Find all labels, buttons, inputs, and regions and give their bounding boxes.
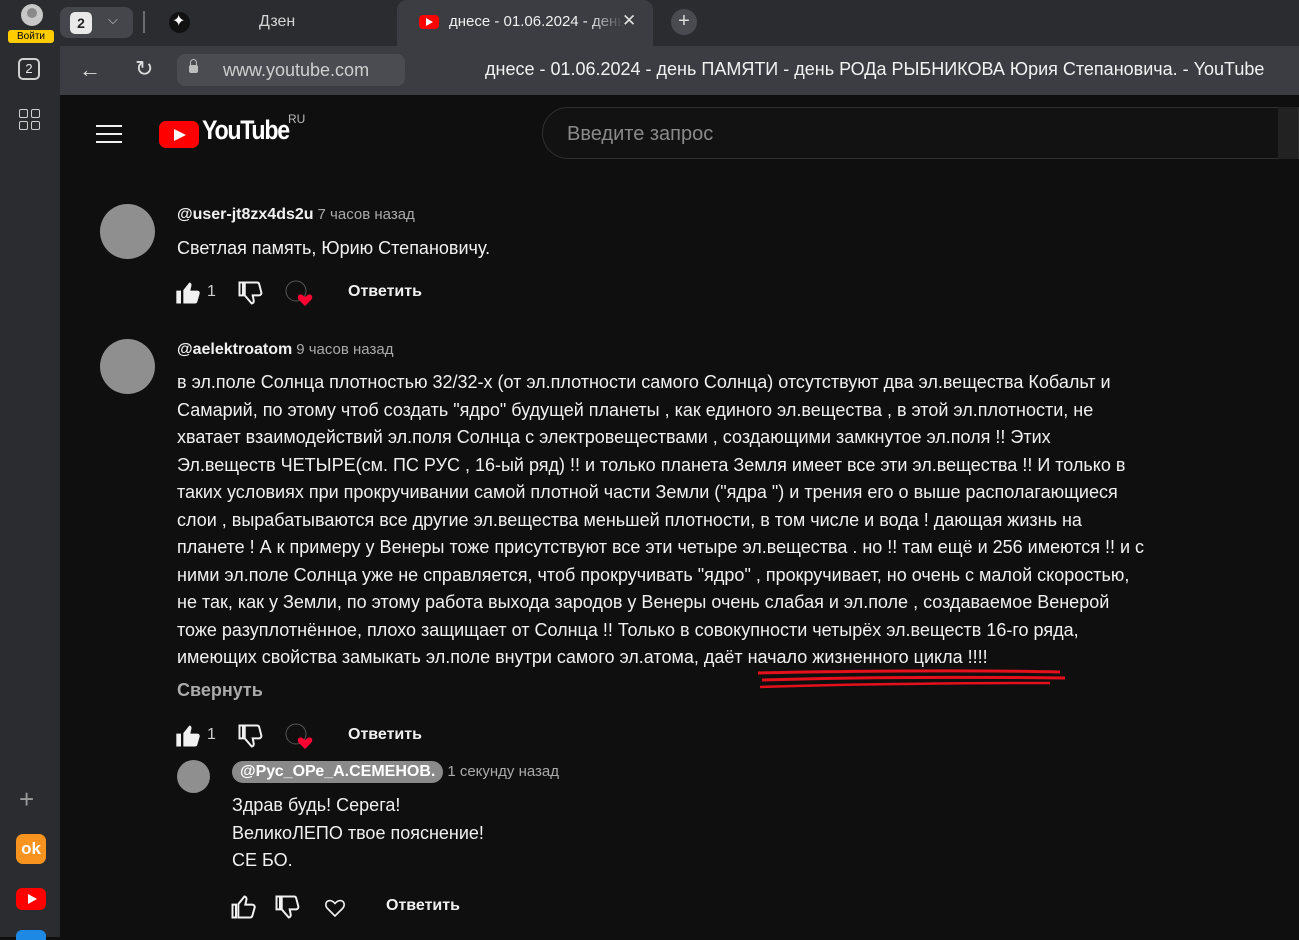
search-button[interactable] xyxy=(1278,107,1298,159)
thumbs-up-filled-icon[interactable] xyxy=(174,279,202,307)
comment-line: ВеликоЛЕПО твое пояснение! xyxy=(232,822,484,843)
thumbs-down-icon[interactable] xyxy=(236,722,264,750)
avatar[interactable] xyxy=(177,760,210,793)
comment-header: @aelektroatom 9 часов назад xyxy=(177,341,393,359)
avatar[interactable] xyxy=(100,204,155,259)
login-label: Войти xyxy=(8,30,54,43)
close-icon[interactable]: ✕ xyxy=(622,11,636,31)
like-count: 1 xyxy=(207,283,216,300)
comment-line: тоже разуплотнённое, плохо защищает от С… xyxy=(177,619,1079,640)
tab-group-count: 2 xyxy=(70,12,92,34)
url-host: www.youtube.com xyxy=(223,60,370,80)
comment-line: ними эл.поле Солнца уже не справляется, … xyxy=(177,564,1130,585)
tab-title: днесе - 01.06.2024 - день ПАМЯТИ xyxy=(449,13,624,30)
apps-grid-icon[interactable] xyxy=(19,109,41,131)
collapse-button[interactable]: Свернуть xyxy=(177,680,263,701)
tab-separator xyxy=(143,11,145,33)
comment-line: имеющих свойства замыкать эл.поле внутри… xyxy=(177,647,988,667)
tabs-count-button[interactable]: 2 xyxy=(18,58,40,80)
address-bar: ← ↻ www.youtube.com днесе - 01.06.2024 -… xyxy=(60,46,1299,95)
comment-author[interactable]: @aelektroatom xyxy=(177,341,292,358)
comment-time[interactable]: 9 часов назад xyxy=(296,341,393,358)
hamburger-menu-icon[interactable] xyxy=(96,125,122,143)
comment-line: Здрав будь! Серега! xyxy=(232,795,401,815)
thumbs-up-icon[interactable] xyxy=(229,893,257,921)
thumbs-down-icon[interactable] xyxy=(236,279,264,307)
chevron-down-icon: ⌵ xyxy=(108,12,118,27)
comment-line: слои , вырабатываются все другие эл.веще… xyxy=(177,509,1082,530)
new-tab-button[interactable]: + xyxy=(671,9,697,35)
reload-icon[interactable]: ↻ xyxy=(135,56,153,82)
add-panel-icon[interactable]: + xyxy=(19,786,34,812)
youtube-logo-text[interactable]: YouTube xyxy=(202,115,290,146)
search-box[interactable] xyxy=(542,107,1299,159)
comment-header: @user-jt8zx4ds2u 7 часов назад xyxy=(177,206,415,224)
creator-heart-icon xyxy=(285,723,313,749)
reply-button[interactable]: Ответить xyxy=(386,897,460,915)
url-field[interactable]: www.youtube.com xyxy=(177,54,405,86)
youtube-favicon-icon xyxy=(419,15,439,29)
comment-text: Здрав будь! Серега! ВеликоЛЕПО твое пояс… xyxy=(232,792,484,875)
avatar[interactable] xyxy=(100,339,155,394)
youtube-header: YouTube RU xyxy=(60,95,1299,170)
heart-outline-icon[interactable] xyxy=(323,895,347,919)
back-arrow-icon[interactable]: ← xyxy=(79,57,101,83)
lock-icon[interactable] xyxy=(189,59,198,73)
comment-line: планете ! А к примеру у Венеры тоже прис… xyxy=(177,537,1145,557)
comment-line: Самарий, по этому чтоб создать "ядро" бу… xyxy=(177,399,1094,420)
thumbs-up-filled-icon[interactable] xyxy=(174,722,202,750)
like-count: 1 xyxy=(207,726,216,743)
region-label: RU xyxy=(288,112,306,126)
search-input[interactable] xyxy=(565,118,1269,150)
comment-header: @Рус_ОРе_А.СЕМЕНОВ. 1 секунду назад xyxy=(232,761,559,783)
comment-line: не так, как у Земли, по этому работа вых… xyxy=(177,592,1110,612)
comment-time[interactable]: 1 секунду назад xyxy=(447,763,559,780)
comment-author[interactable]: @user-jt8zx4ds2u xyxy=(177,206,314,223)
comment-line: в эл.поле Солнца плотностью 32/32-х (от … xyxy=(177,372,1111,392)
tab-youtube-active[interactable]: днесе - 01.06.2024 - день ПАМЯТИ ✕ xyxy=(397,0,653,46)
youtube-sidebar-icon[interactable] xyxy=(16,888,46,910)
comment-time[interactable]: 7 часов назад xyxy=(318,206,415,223)
comment-author[interactable]: @Рус_ОРе_А.СЕМЕНОВ. xyxy=(232,761,444,783)
comment-line: СЕ БО. xyxy=(232,850,293,870)
page-title: днесе - 01.06.2024 - день ПАМЯТИ - день … xyxy=(485,59,1265,79)
comment-text: Светлая память, Юрию Степановичу. xyxy=(177,238,491,258)
youtube-logo-icon[interactable] xyxy=(159,121,199,148)
reply-button[interactable]: Ответить xyxy=(348,283,422,301)
tab-strip: 2 ⌵ Дзен днесе - 01.06.2024 - день ПАМЯТ… xyxy=(60,0,1299,46)
messenger-sidebar-icon[interactable] xyxy=(16,930,46,940)
thumbs-down-icon[interactable] xyxy=(273,893,301,921)
comment-line: хватает взаимодействий эл.поля Солнца с … xyxy=(177,427,1051,447)
reply-button[interactable]: Ответить xyxy=(348,726,422,744)
odnoklassniki-icon[interactable]: ok xyxy=(16,834,46,864)
login-button[interactable]: Войти xyxy=(8,4,54,43)
creator-heart-icon xyxy=(285,280,313,306)
comment-line: Эл.веществ ЧЕТЫРЕ(см. ПС РУС , 16-ый ряд… xyxy=(177,454,1126,475)
browser-sidebar: Войти 2 + ok xyxy=(0,0,60,940)
red-underline-annotation xyxy=(757,669,1066,689)
dzen-icon[interactable] xyxy=(169,11,190,33)
comment-text: в эл.поле Солнца плотностью 32/32-х (от … xyxy=(177,369,1277,672)
tab-group-button[interactable]: 2 ⌵ xyxy=(60,7,133,38)
user-avatar-icon xyxy=(21,4,43,26)
comment-line: таких условиях при прокручивании самой п… xyxy=(177,482,1118,502)
tab-dzen[interactable]: Дзен xyxy=(259,13,295,31)
